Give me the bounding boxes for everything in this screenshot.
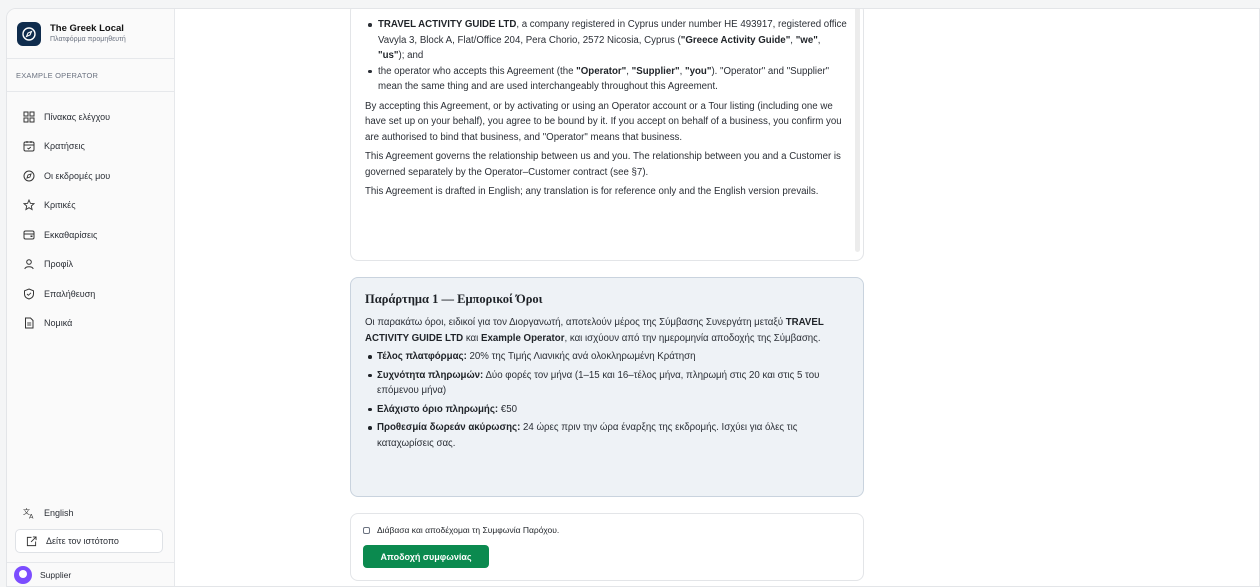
dashboard-icon xyxy=(23,111,35,123)
user-icon xyxy=(24,259,34,270)
term-value: €50 xyxy=(498,403,517,415)
accept-checkbox-label: Διάβασα και αποδέχομαι τη Συμφωνία Παρόχ… xyxy=(377,525,560,535)
sidebar-item-label: Κρατήσεις xyxy=(44,141,85,152)
annex-intro-text: και xyxy=(463,332,482,344)
sidebar-item-label: Επαλήθευση xyxy=(44,288,96,299)
document-icon xyxy=(25,317,34,329)
external-link-icon xyxy=(26,535,37,546)
term-item: Συχνότητα πληρωμών: Δύο φορές τον μήνα (… xyxy=(365,368,849,399)
annex-intro-text: , και ισχύουν από την ημερομηνία αποδοχή… xyxy=(564,332,821,344)
list-item-text: the operator who accepts this Agreement … xyxy=(378,65,577,77)
sidebar-item-label: Πίνακας ελέγχου xyxy=(44,111,111,122)
sidebar-footer: 文A English Δείτε τον ιστότοπο Supplier xyxy=(7,503,174,586)
agreement-paragraph: This Agreement is drafted in English; an… xyxy=(365,186,819,197)
term-label: Προθεσμία δωρεάν ακύρωσης: xyxy=(377,422,521,433)
user-name: Supplier xyxy=(40,569,72,580)
accept-panel: Διάβασα και αποδέχομαι τη Συμφωνία Παρόχ… xyxy=(350,513,864,581)
brand-text: The Greek Local Πλατφόρμα προμηθευτή xyxy=(50,23,126,45)
sidebar-item-label: Οι εκδρομές μου xyxy=(44,170,111,181)
annex-intro-text: Οι παρακάτω όροι, ειδικοί για τον Διοργα… xyxy=(365,317,786,328)
calendar-icon xyxy=(23,141,35,152)
sidebar: The Greek Local Πλατφόρμα προμηθευτή EXA… xyxy=(7,9,175,586)
accept-checkbox-row[interactable]: Διάβασα και αποδέχομαι τη Συμφωνία Παρόχ… xyxy=(363,525,863,535)
wallet-icon xyxy=(23,230,35,240)
defined-term: "you" xyxy=(685,65,712,77)
brand[interactable]: The Greek Local Πλατφόρμα προμηθευτή xyxy=(7,9,174,59)
sidebar-item-label: Προφίλ xyxy=(44,259,73,270)
list-item: the operator who accepts this Agreement … xyxy=(365,64,847,95)
parties-list: TRAVEL ACTIVITY GUIDE LTD, a company reg… xyxy=(365,17,847,95)
compass-icon xyxy=(23,170,35,182)
list-item-text: ); and xyxy=(398,50,424,61)
sidebar-item-bookings[interactable]: Κρατήσεις xyxy=(7,132,174,162)
term-item: Τέλος πλατφόρμας: 20% της Τιμής Λιανικής… xyxy=(365,349,849,365)
defined-term: "Greece Activity Guide" xyxy=(680,34,791,46)
view-site-button[interactable]: Δείτε τον ιστότοπο xyxy=(15,529,163,553)
agreement-paragraph: By accepting this Agreement, or by activ… xyxy=(365,100,842,143)
sidebar-item-label: Κριτικές xyxy=(44,200,76,211)
operator-section-label: EXAMPLE OPERATOR xyxy=(7,59,174,92)
defined-term: "Operator" xyxy=(576,65,627,77)
term-item: Ελάχιστο όριο πληρωμής: €50 xyxy=(365,402,849,418)
accept-checkbox[interactable] xyxy=(363,526,370,534)
shield-check-icon xyxy=(24,288,34,300)
sidebar-item-label: Εκκαθαρίσεις xyxy=(44,229,98,240)
term-label: Τέλος πλατφόρμας: xyxy=(377,351,467,362)
brand-subtitle: Πλατφόρμα προμηθευτή xyxy=(50,35,126,43)
sidebar-item-reviews[interactable]: Κριτικές xyxy=(7,191,174,221)
defined-term: "Supplier" xyxy=(631,65,680,77)
sidebar-item-dashboard[interactable]: Πίνακας ελέγχου xyxy=(7,102,174,132)
scrollbar[interactable] xyxy=(855,9,860,252)
term-item: Προθεσμία δωρεάν ακύρωσης: 24 ώρες πριν … xyxy=(365,420,849,451)
sidebar-nav: Πίνακας ελέγχου Κρατήσεις Οι εκδρομές μο… xyxy=(7,92,174,338)
compass-logo-icon xyxy=(17,21,41,46)
term-label: Συχνότητα πληρωμών: xyxy=(377,369,484,381)
list-item: TRAVEL ACTIVITY GUIDE LTD, a company reg… xyxy=(365,17,847,64)
sidebar-item-verification[interactable]: Επαλήθευση xyxy=(7,279,174,309)
defined-term: "we" xyxy=(795,34,818,46)
brand-name: The Greek Local xyxy=(50,22,124,34)
avatar xyxy=(14,565,32,584)
term-value: 20% της Τιμής Λιανικής ανά ολοκληρωμένη … xyxy=(466,351,696,362)
translate-icon: 文A xyxy=(23,507,34,520)
annex-title: Παράρτημα 1 — Εμπορικοί Όροι xyxy=(365,292,543,306)
agreement-paragraph: This Agreement governs the relationship … xyxy=(365,151,841,178)
sidebar-item-payouts[interactable]: Εκκαθαρίσεις xyxy=(7,220,174,250)
terms-list: Τέλος πλατφόρμας: 20% της Τιμής Λιανικής… xyxy=(365,349,849,451)
svg-text:A: A xyxy=(29,513,34,520)
app-window: The Greek Local Πλατφόρμα προμηθευτή EXA… xyxy=(6,8,1260,587)
view-site-label: Δείτε τον ιστότοπο xyxy=(46,536,119,546)
sidebar-item-legal[interactable]: Νομικά xyxy=(7,309,174,339)
main-content: TRAVEL ACTIVITY GUIDE LTD, a company reg… xyxy=(175,9,1259,586)
sidebar-item-profile[interactable]: Προφίλ xyxy=(7,250,174,280)
operator-name: Example Operator xyxy=(481,332,565,344)
term-label: Ελάχιστο όριο πληρωμής: xyxy=(377,403,499,415)
agreement-text: TRAVEL ACTIVITY GUIDE LTD, a company reg… xyxy=(351,9,863,200)
annex-commercial-terms: Παράρτημα 1 — Εμπορικοί Όροι Οι παρακάτω… xyxy=(350,277,864,497)
star-icon xyxy=(23,199,35,211)
language-switcher[interactable]: 文A English xyxy=(7,503,174,523)
annex-intro: Οι παρακάτω όροι, ειδικοί για τον Διοργα… xyxy=(365,315,849,346)
accept-agreement-button[interactable]: Αποδοχή συμφωνίας xyxy=(363,545,489,568)
agreement-text-panel[interactable]: TRAVEL ACTIVITY GUIDE LTD, a company reg… xyxy=(350,9,864,261)
sidebar-item-my-tours[interactable]: Οι εκδρομές μου xyxy=(7,161,174,191)
company-name: TRAVEL ACTIVITY GUIDE LTD xyxy=(378,19,517,30)
defined-term: "us" xyxy=(378,50,399,61)
sidebar-item-label: Νομικά xyxy=(44,318,73,329)
user-menu[interactable]: Supplier xyxy=(7,562,174,586)
language-label: English xyxy=(44,508,74,518)
